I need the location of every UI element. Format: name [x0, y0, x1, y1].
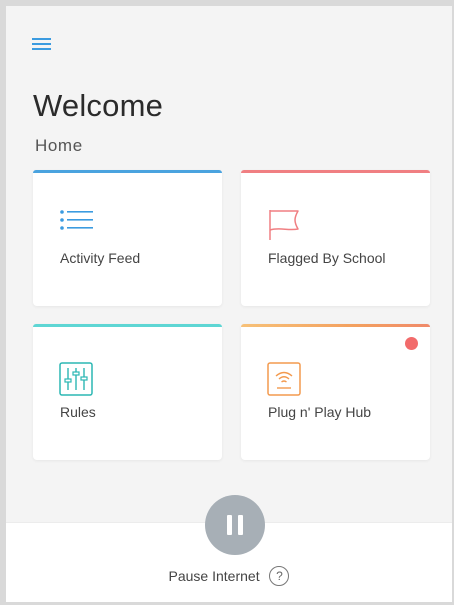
page-subtitle: Home [35, 136, 83, 155]
plug-n-play-hub-card[interactable]: Plug n' Play Hub [241, 324, 430, 460]
pause-internet-row: Pause Internet ? [6, 566, 452, 586]
card-accent [241, 324, 430, 327]
hamburger-menu-icon[interactable] [32, 36, 52, 54]
rules-card[interactable]: Rules [33, 324, 222, 460]
card-accent [33, 324, 222, 327]
pause-internet-button[interactable] [205, 495, 265, 555]
card-accent [33, 170, 222, 173]
app-screen: Welcome Home Activity Feed Flagged By Sc… [0, 0, 454, 605]
question-mark-icon[interactable]: ? [269, 566, 290, 586]
flagged-by-school-card[interactable]: Flagged By School [241, 170, 430, 306]
page-title: Welcome [33, 88, 164, 123]
wifi-hub-icon [267, 362, 301, 396]
list-icon [59, 208, 93, 242]
plug-n-play-hub-label: Plug n' Play Hub [268, 404, 372, 420]
card-accent [241, 170, 430, 173]
activity-feed-label: Activity Feed [60, 250, 141, 266]
pause-internet-label: Pause Internet [168, 568, 260, 584]
flagged-by-school-label: Flagged By School [268, 250, 386, 266]
notification-dot [405, 337, 418, 350]
sliders-icon [59, 362, 93, 396]
activity-feed-card[interactable]: Activity Feed [33, 170, 222, 306]
flag-icon [267, 208, 301, 242]
rules-label: Rules [60, 404, 96, 420]
